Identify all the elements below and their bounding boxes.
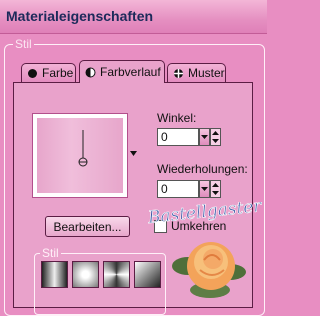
winkel-label: Winkel: — [157, 111, 197, 125]
winkel-dropdown[interactable] — [199, 128, 210, 146]
edit-button-label: Bearbeiten... — [53, 219, 122, 234]
tab-muster-label: Muster — [188, 66, 225, 80]
style-groupbox-legend: Stil — [13, 37, 34, 51]
gradient-style-legend: Stil — [40, 246, 61, 260]
triangle-down-icon — [201, 186, 208, 191]
style-rectangular-button[interactable] — [72, 261, 99, 288]
arrow-up-icon[interactable] — [211, 181, 220, 189]
style-linear-button[interactable] — [41, 261, 68, 288]
arrow-down-icon[interactable] — [211, 189, 220, 197]
filled-circle-icon — [28, 68, 37, 78]
svg-text:Bastellgaster: Bastellgaster — [146, 202, 263, 228]
arrow-up-icon[interactable] — [211, 129, 220, 137]
gradient-preview[interactable] — [32, 113, 128, 198]
winkel-input[interactable]: 0 — [157, 128, 199, 146]
tab-farbverlauf-label: Farbverlauf — [100, 65, 161, 79]
triangle-down-icon — [201, 134, 208, 139]
pattern-icon — [174, 68, 183, 78]
arrow-down-icon[interactable] — [211, 137, 220, 145]
tab-muster[interactable]: Muster — [167, 63, 226, 82]
winkel-spinner[interactable] — [210, 128, 221, 146]
tab-farbe[interactable]: Farbe — [21, 63, 76, 82]
wiederholungen-spinner[interactable] — [210, 180, 221, 198]
gradient-swatch — [37, 118, 123, 193]
window-title: Materialeigenschaften — [6, 8, 154, 24]
tab-farbverlauf[interactable]: Farbverlauf — [79, 60, 165, 83]
tab-farbe-label: Farbe — [42, 66, 74, 80]
half-circle-icon — [85, 67, 96, 77]
wiederholungen-label: Wiederholungen: — [157, 162, 248, 176]
title-bar: Materialeigenschaften — [0, 0, 267, 34]
wiederholungen-dropdown[interactable] — [199, 180, 210, 198]
rose-watermark-image: Bastellgaster — [146, 202, 264, 298]
gradient-center-marker — [78, 130, 88, 167]
wiederholungen-input[interactable]: 0 — [157, 180, 199, 198]
triangle-down-icon[interactable] — [130, 151, 138, 157]
